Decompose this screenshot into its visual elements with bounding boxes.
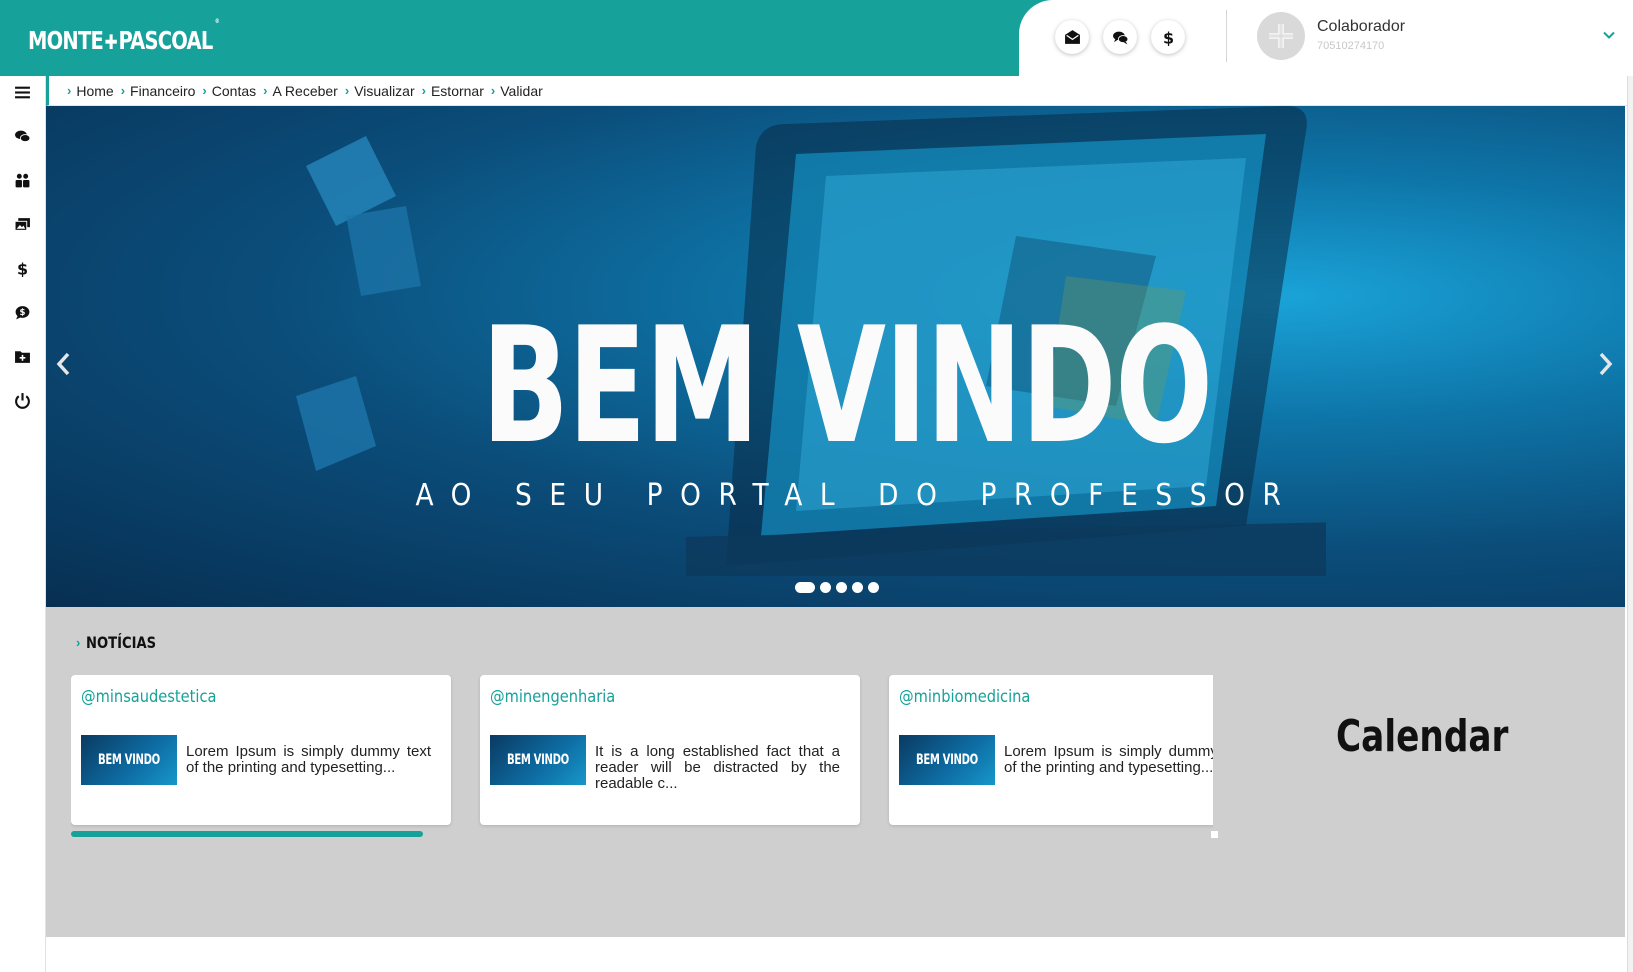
breadcrumb-item-estornar[interactable]: › Estornar (422, 83, 484, 99)
carousel-dot[interactable] (795, 582, 815, 593)
carousel-dot[interactable] (868, 582, 879, 593)
news-card-handle[interactable]: @minbiomedicina (899, 687, 1030, 707)
sidebar-item-payments-chat[interactable]: $ (12, 302, 32, 322)
page-scrollbar[interactable] (1627, 76, 1633, 972)
sidebar-item-gallery[interactable] (12, 214, 32, 234)
hero-subtitle: AO SEU PORTAL DO PROFESSOR (415, 478, 1299, 513)
logo-word-pascoal: PASCOAL (118, 26, 213, 55)
users-icon (15, 173, 29, 187)
chevron-right-icon: › (490, 83, 496, 98)
chevron-right-icon: › (263, 83, 268, 98)
avatar[interactable] (1257, 12, 1305, 60)
user-id: 70510274170 (1317, 40, 1385, 52)
news-scroll-progress[interactable] (71, 831, 423, 837)
news-card-thumbnail: BEM VINDO (899, 735, 995, 785)
sidebar-item-comments[interactable] (12, 126, 32, 146)
news-title: NOTÍCIAS (86, 633, 157, 652)
svg-text:$: $ (1162, 29, 1173, 46)
comments-icon (14, 130, 30, 142)
breadcrumb-item-a-receber[interactable]: › A Receber (263, 83, 338, 99)
logo-registered-mark: ® (214, 18, 220, 25)
carousel-dot[interactable] (820, 582, 831, 593)
news-card-handle[interactable]: @minsaudestetica (81, 687, 216, 707)
news-heading: › NOTÍCIAS (76, 633, 172, 652)
calendar-title: Calendar (1336, 711, 1509, 762)
finance-button[interactable]: $ (1151, 20, 1185, 54)
breadcrumb-item-home[interactable]: › Home (67, 83, 114, 99)
chevron-right-icon (1599, 352, 1613, 376)
user-name: Colaborador (1317, 18, 1406, 35)
breadcrumb-label: Financeiro (130, 82, 196, 99)
chevron-right-icon: › (120, 83, 126, 98)
logo-cross: ✚ (104, 30, 118, 54)
breadcrumb-item-validar[interactable]: › Validar (491, 83, 543, 99)
images-icon (14, 217, 30, 231)
messages-button[interactable] (1055, 20, 1089, 54)
power-icon (14, 392, 30, 409)
thumbnail-caption: BEM VINDO (507, 752, 569, 768)
breadcrumb: › Home › Financeiro › Contas › A Receber › Vi… (46, 76, 1627, 106)
carousel-dot[interactable] (852, 582, 863, 593)
breadcrumb-item-visualizar[interactable]: › Visualizar (345, 83, 415, 99)
breadcrumb-item-contas[interactable]: › Contas (202, 83, 256, 99)
breadcrumb-label: Contas (211, 82, 257, 99)
breadcrumb-label: Visualizar (354, 82, 415, 99)
news-scroll-handle[interactable] (1211, 831, 1218, 838)
sidebar-item-users[interactable] (12, 170, 32, 190)
breadcrumb-item-financeiro[interactable]: › Financeiro (121, 83, 196, 99)
menu-icon (14, 86, 30, 98)
top-bar: MONTE✚PASCOAL ® $ Colaborador 7051027417… (0, 0, 1633, 76)
news-card-thumbnail: BEM VINDO (81, 735, 177, 785)
chevron-right-icon: › (202, 83, 207, 98)
news-card[interactable]: @minbiomedicina BEM VINDO Lorem Ipsum is… (889, 675, 1213, 825)
chevron-right-icon: › (76, 635, 81, 650)
chat-button[interactable] (1103, 20, 1137, 54)
sidebar-item-finance[interactable]: $ (12, 258, 32, 278)
chevron-right-icon: › (421, 83, 426, 98)
envelope-open-icon (1064, 29, 1080, 44)
carousel-dot[interactable] (836, 582, 847, 593)
carousel-prev-button[interactable] (48, 342, 78, 386)
news-card-text: Lorem Ipsum is simply dummy text of the … (186, 743, 431, 776)
news-carousel[interactable]: @minsaudestetica BEM VINDO Lorem Ipsum i… (71, 675, 1213, 841)
carousel-indicators (795, 582, 879, 593)
chevron-down-icon[interactable] (1602, 28, 1616, 42)
thumbnail-caption: BEM VINDO (98, 752, 160, 768)
logo-word-monte: MONTE (28, 26, 104, 55)
sidebar-item-new-folder[interactable] (12, 346, 32, 366)
sidebar-item-logout[interactable] (12, 390, 32, 410)
breadcrumb-label: Estornar (430, 82, 484, 99)
news-card-text: It is a long established fact that a rea… (595, 743, 840, 792)
header-divider (1226, 10, 1227, 62)
brand-logo[interactable]: MONTE✚PASCOAL ® (28, 18, 220, 55)
user-panel: $ Colaborador 70510274170 (1019, 0, 1633, 76)
breadcrumb-label: A Receber (272, 82, 338, 99)
news-card[interactable]: @minsaudestetica BEM VINDO Lorem Ipsum i… (71, 675, 451, 825)
folder-plus-icon (14, 350, 30, 363)
money-chat-icon: $ (15, 305, 29, 319)
breadcrumb-label: Home (76, 82, 114, 99)
news-card-thumbnail: BEM VINDO (490, 735, 586, 785)
news-card-text: Lorem Ipsum is simply dummy text of the … (1004, 743, 1213, 776)
news-section: › NOTÍCIAS @minsaudestetica BEM VINDO Lo… (46, 607, 1625, 937)
breadcrumb-label: Validar (500, 82, 543, 99)
cross-logo-icon (1269, 24, 1293, 48)
news-card[interactable]: @minengenharia BEM VINDO It is a long es… (480, 675, 860, 825)
dollar-icon: $ (16, 260, 27, 277)
sidebar-menu-button[interactable] (12, 82, 32, 102)
news-card-handle[interactable]: @minengenharia (490, 687, 615, 707)
thumbnail-caption: BEM VINDO (916, 752, 978, 768)
dollar-icon: $ (1162, 29, 1173, 46)
hero-title: BEM VINDO (481, 292, 1213, 479)
svg-text:$: $ (16, 260, 27, 277)
carousel-next-button[interactable] (1591, 342, 1621, 386)
hero-carousel: BEM VINDO AO SEU PORTAL DO PROFESSOR (46, 106, 1625, 607)
chevron-left-icon (56, 352, 70, 376)
chevron-right-icon: › (344, 83, 350, 98)
chat-bubbles-icon (1112, 31, 1128, 44)
sidebar: $ $ (0, 76, 46, 972)
svg-text:$: $ (19, 308, 25, 318)
chevron-right-icon: › (67, 83, 72, 98)
